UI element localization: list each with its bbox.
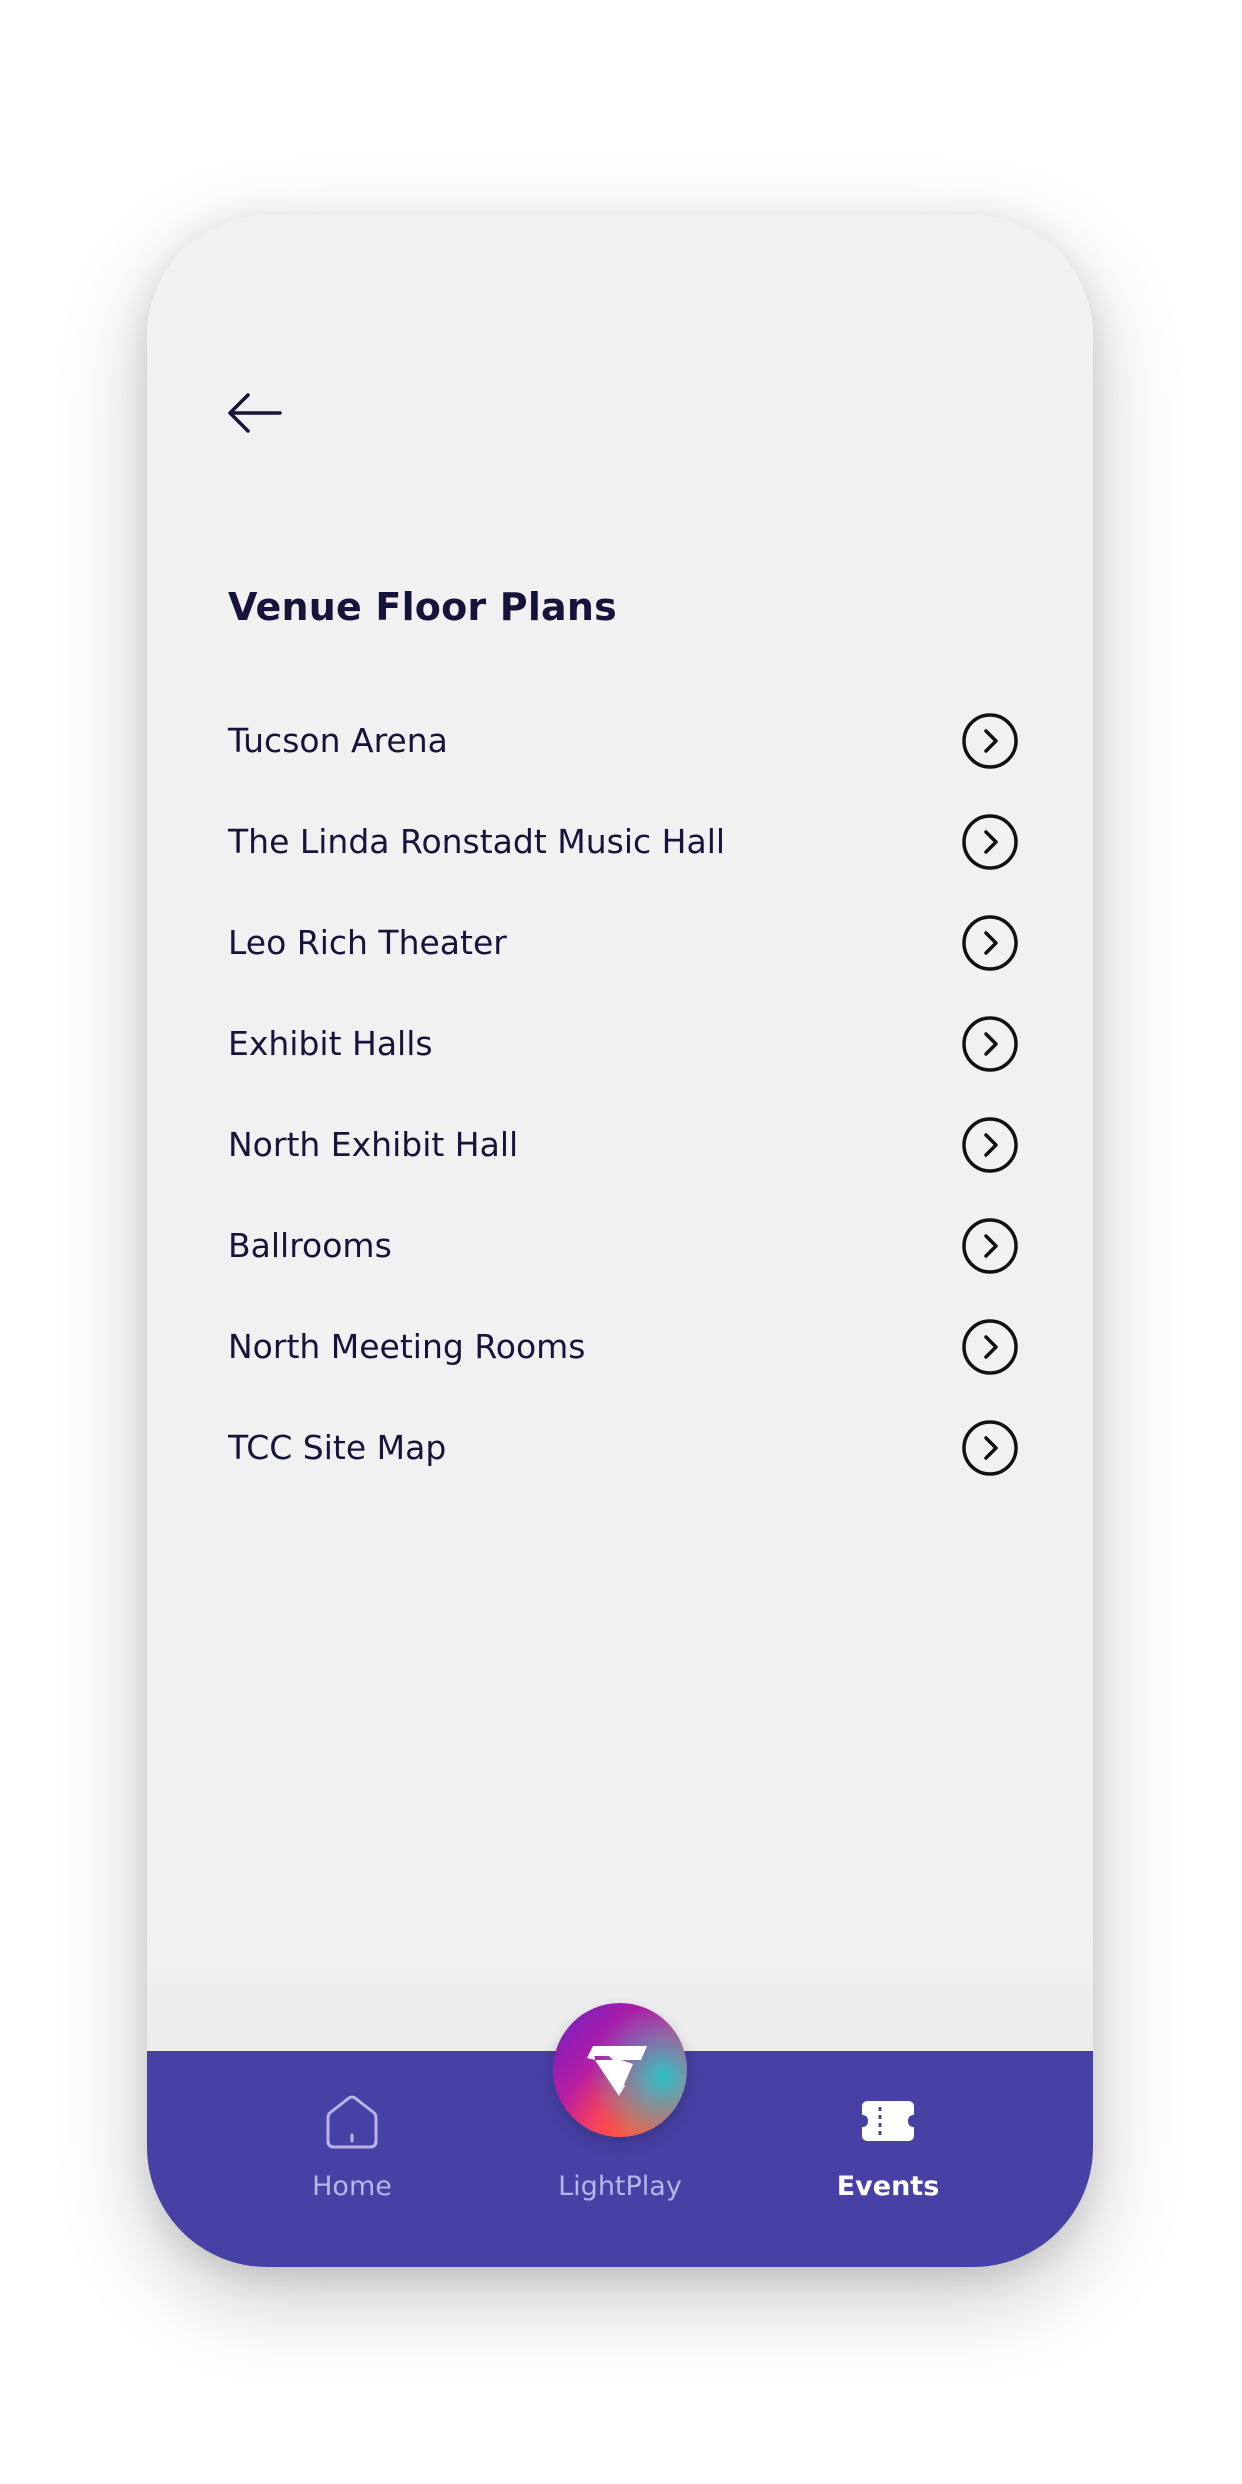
tab-events[interactable]: Events <box>758 2051 1018 2267</box>
arrow-left-icon <box>228 393 282 433</box>
lightplay-logo-icon <box>587 2046 647 2096</box>
venue-item-leo-rich-theater[interactable]: Leo Rich Theater <box>228 892 1018 993</box>
venue-label: TCC Site Map <box>228 1428 447 1467</box>
home-icon <box>326 2095 378 2149</box>
chevron-right-circle-icon <box>962 1015 1018 1072</box>
venue-label: Ballrooms <box>228 1226 392 1265</box>
venue-item-north-meeting-rooms[interactable]: North Meeting Rooms <box>228 1296 1018 1397</box>
back-button[interactable] <box>227 385 283 441</box>
chevron-right-circle-icon <box>962 1116 1018 1173</box>
chevron-right-circle-icon <box>962 712 1018 769</box>
venue-label: North Meeting Rooms <box>228 1327 586 1366</box>
chevron-right-circle-icon <box>962 1419 1018 1476</box>
venue-item-north-exhibit-hall[interactable]: North Exhibit Hall <box>228 1094 1018 1195</box>
tab-lightplay-label: LightPlay <box>558 2171 682 2202</box>
chevron-right-circle-icon <box>962 1318 1018 1375</box>
page-title: Venue Floor Plans <box>228 585 617 629</box>
chevron-right-circle-icon <box>962 914 1018 971</box>
venue-label: The Linda Ronstadt Music Hall <box>228 822 726 861</box>
venue-label: Exhibit Halls <box>228 1024 433 1063</box>
venue-list: Tucson Arena The Linda Ronstadt Music Ha… <box>228 690 1018 1498</box>
tab-events-label: Events <box>836 2171 940 2202</box>
lightplay-button[interactable] <box>553 2003 687 2137</box>
tab-home[interactable]: Home <box>222 2051 482 2267</box>
venue-item-tcc-site-map[interactable]: TCC Site Map <box>228 1397 1018 1498</box>
venue-item-ballrooms[interactable]: Ballrooms <box>228 1195 1018 1296</box>
venue-item-exhibit-halls[interactable]: Exhibit Halls <box>228 993 1018 1094</box>
ticket-icon <box>862 2101 914 2141</box>
venue-label: Tucson Arena <box>228 721 448 760</box>
chevron-right-circle-icon <box>962 813 1018 870</box>
venue-item-tucson-arena[interactable]: Tucson Arena <box>228 690 1018 791</box>
venue-item-linda-ronstadt-music-hall[interactable]: The Linda Ronstadt Music Hall <box>228 791 1018 892</box>
phone-screen: Venue Floor Plans Tucson Arena The Linda… <box>147 215 1093 2267</box>
chevron-right-circle-icon <box>962 1217 1018 1274</box>
tab-home-label: Home <box>312 2171 392 2202</box>
venue-label: North Exhibit Hall <box>228 1125 519 1164</box>
venue-label: Leo Rich Theater <box>228 923 507 962</box>
